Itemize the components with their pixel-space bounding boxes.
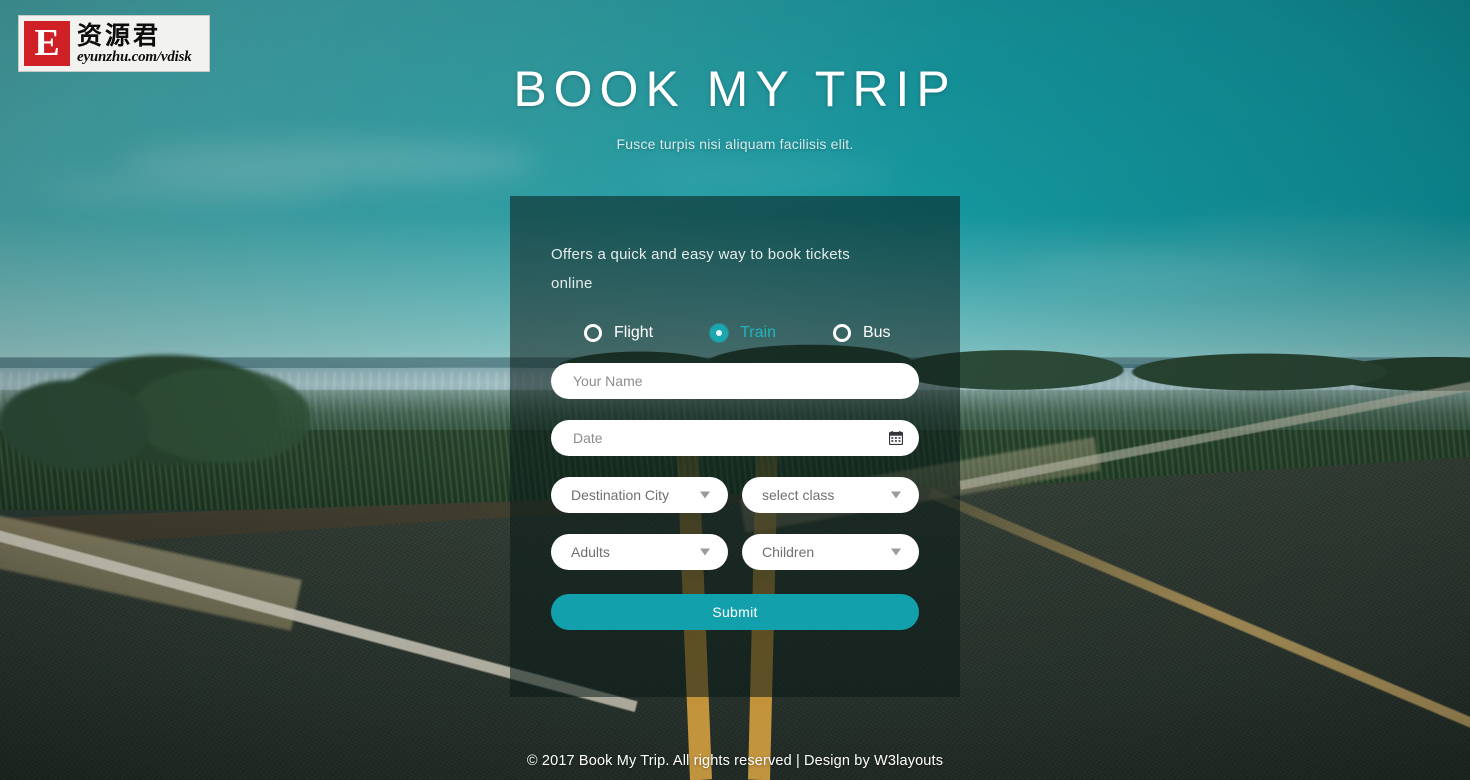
select-grid-row-2: Adults Children: [551, 534, 919, 570]
page-root: E 资源君 eyunzhu.com/vdisk BOOK MY TRIP Fus…: [0, 0, 1470, 780]
destination-city-wrapper: Destination City: [551, 477, 728, 513]
cloud: [1180, 215, 1440, 237]
page-subtitle: Fusce turpis nisi aliquam facilisis elit…: [616, 136, 854, 152]
radio-option-flight[interactable]: Flight: [584, 324, 653, 342]
radio-circle-icon[interactable]: [832, 324, 851, 342]
destination-city-select[interactable]: Destination City: [551, 477, 728, 513]
adults-wrapper: Adults: [551, 534, 728, 570]
page-header: BOOK MY TRIP Fusce turpis nisi aliquam f…: [0, 0, 1470, 152]
travel-mode-radio-group: Flight Train Bus: [551, 324, 919, 342]
radio-option-train[interactable]: Train: [710, 324, 776, 342]
class-wrapper: select class: [742, 477, 919, 513]
children-wrapper: Children: [742, 534, 919, 570]
adults-select[interactable]: Adults: [551, 534, 728, 570]
submit-button[interactable]: Submit: [551, 594, 919, 630]
watermark-logo: E 资源君 eyunzhu.com/vdisk: [18, 15, 210, 72]
watermark-text: 资源君 eyunzhu.com/vdisk: [77, 22, 192, 66]
panel-description: Offers a quick and easy way to book tick…: [551, 246, 850, 292]
radio-circle-icon[interactable]: [710, 324, 729, 342]
name-input[interactable]: [551, 363, 919, 399]
page-title: BOOK MY TRIP: [513, 61, 957, 117]
radio-option-bus[interactable]: Bus: [832, 324, 891, 342]
radio-label-bus: Bus: [862, 324, 891, 341]
class-select[interactable]: select class: [742, 477, 919, 513]
select-grid-row-1: Destination City select class: [551, 477, 919, 513]
cloud: [40, 175, 340, 205]
date-input[interactable]: [551, 420, 919, 456]
name-field-wrapper: [551, 363, 919, 399]
booking-form-panel: Offers a quick and easy way to book tick…: [510, 196, 960, 697]
watermark-letter-icon: E: [24, 21, 70, 66]
date-field-wrapper: [551, 420, 919, 456]
children-select[interactable]: Children: [742, 534, 919, 570]
radio-label-train: Train: [740, 324, 776, 341]
watermark-url-text: eyunzhu.com/vdisk: [77, 48, 192, 65]
footer-copyright: © 2017 Book My Trip. All rights reserved…: [526, 753, 944, 769]
cloud: [1020, 255, 1320, 281]
calendar-icon[interactable]: [888, 431, 904, 446]
watermark-chinese-text: 资源君: [77, 20, 162, 50]
radio-circle-icon[interactable]: [584, 324, 602, 342]
cloud: [640, 160, 900, 190]
radio-label-flight: Flight: [614, 324, 654, 341]
